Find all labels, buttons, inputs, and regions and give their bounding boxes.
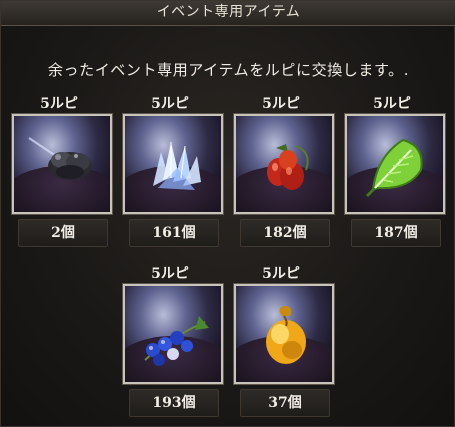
item-price: 5ルピ <box>373 96 411 112</box>
berry-icon[interactable] <box>233 113 335 215</box>
item-price: 5ルピ <box>151 266 189 282</box>
dialog-message: 余ったイベント専用アイテムをルピに交換します。. <box>47 61 410 79</box>
item-count: 187個 <box>351 219 441 247</box>
rock-icon[interactable] <box>11 113 113 215</box>
item-price: 5ルピ <box>262 266 300 282</box>
item-count: 182個 <box>240 219 330 247</box>
item-count: 2個 <box>18 219 108 247</box>
blueberry-icon[interactable] <box>122 283 224 385</box>
item-price: 5ルピ <box>262 96 300 112</box>
item-price: 5ルピ <box>40 96 78 112</box>
item-count: 193個 <box>129 389 219 417</box>
pouch-icon[interactable] <box>233 283 335 385</box>
item-count: 37個 <box>240 389 330 417</box>
exchange-dialog: イベント専用アイテム 余ったイベント専用アイテムをルピに交換します。. 5ルピ … <box>0 0 455 427</box>
item-count: 161個 <box>129 219 219 247</box>
dialog-title: イベント専用アイテム <box>1 1 455 26</box>
item-price: 5ルピ <box>151 96 189 112</box>
leaf-icon[interactable] <box>344 113 446 215</box>
crystal-icon[interactable] <box>122 113 224 215</box>
